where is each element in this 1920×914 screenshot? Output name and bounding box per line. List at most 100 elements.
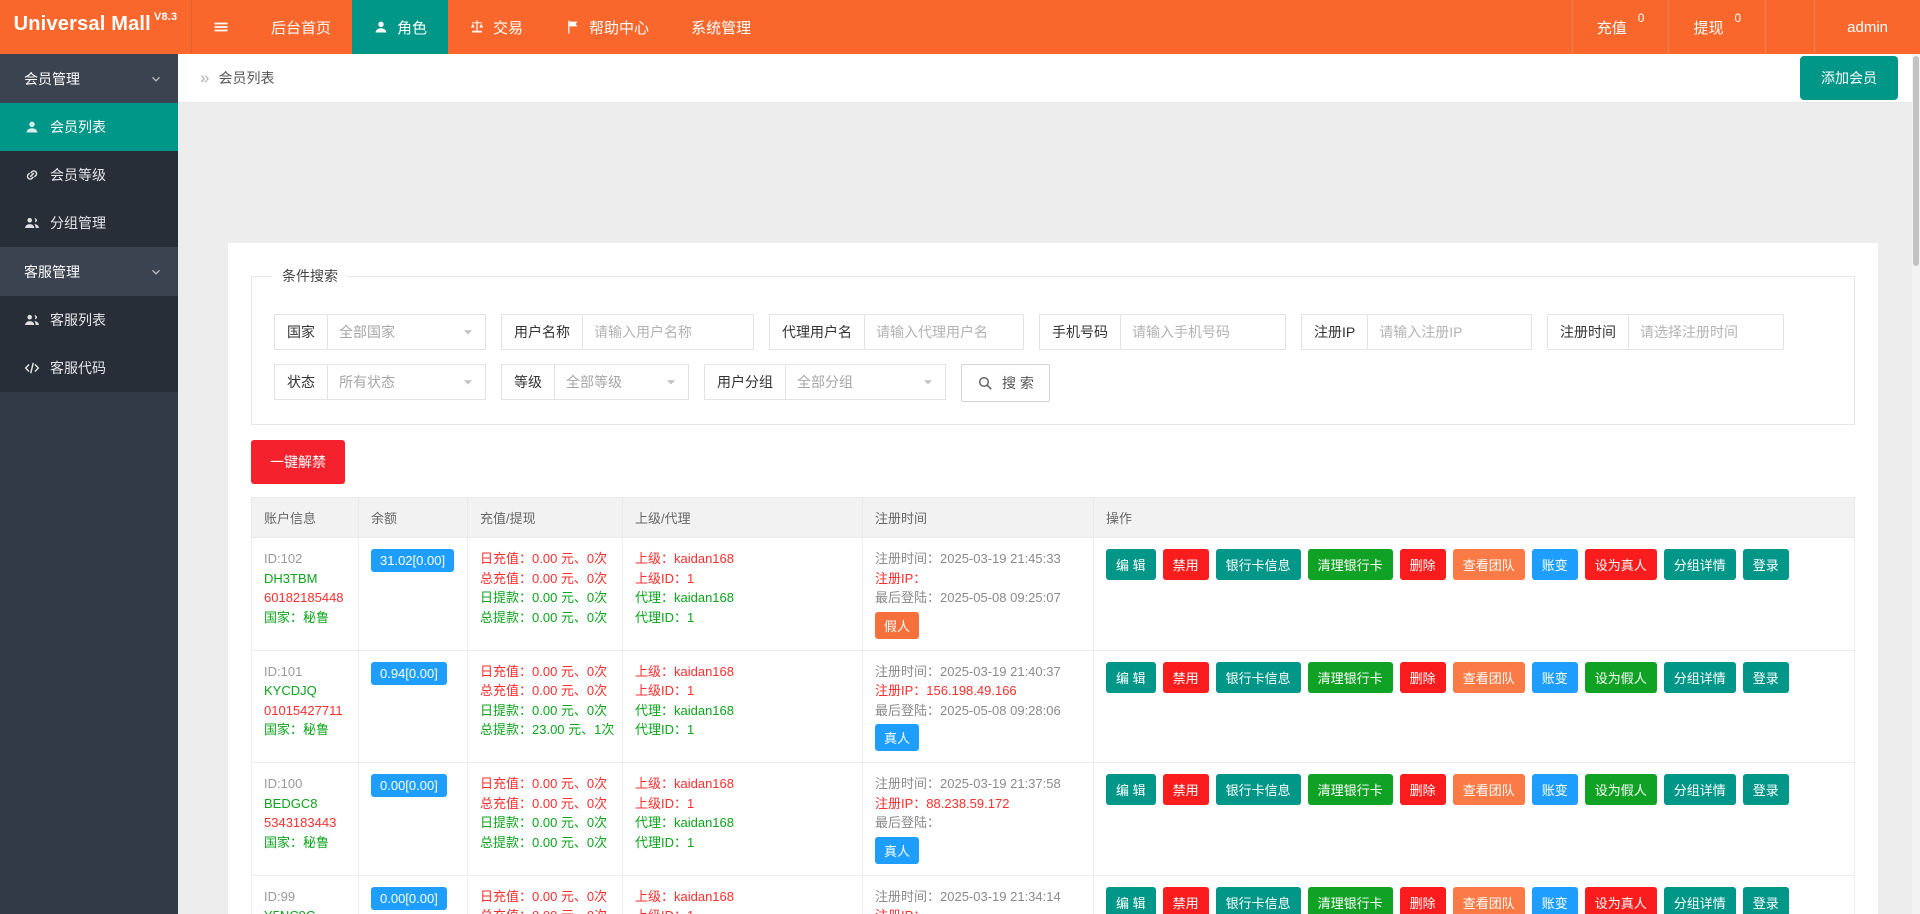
account-change-button[interactable]: 账变 — [1531, 886, 1578, 914]
clear-bank-card-button[interactable]: 清理银行卡 — [1307, 774, 1393, 805]
last-login: 最后登陆：2025-05-08 09:28:06 — [875, 702, 1061, 718]
group-detail-button[interactable]: 分组详情 — [1663, 886, 1736, 914]
register-cell: 注册时间：2025-03-19 21:37:58 注册IP：88.238.59.1… — [862, 762, 1094, 876]
refresh-button[interactable] — [1765, 0, 1814, 54]
status-badge: 真人 — [875, 724, 920, 751]
nav-item-dashboard[interactable]: 后台首页 — [250, 0, 352, 54]
sidebar-item-group-management[interactable]: 分组管理 — [0, 199, 178, 247]
disable-button[interactable]: 禁用 — [1162, 661, 1209, 693]
register-ip-input[interactable] — [1367, 315, 1531, 349]
login-button[interactable]: 登录 — [1742, 886, 1789, 914]
account-change-button[interactable]: 账变 — [1531, 774, 1578, 805]
search-row-1: 国家 全部国家 用户名称 代理用户名 手机号码 注册IP 注册时间 — [274, 314, 1854, 350]
view-team-button[interactable]: 查看团队 — [1452, 886, 1525, 914]
agent-line: 上级ID：1 — [635, 683, 695, 698]
account-info-cell: ID:101 KYCDJQ 01015427711 国家：秘鲁 — [251, 649, 359, 763]
search-row-2: 状态 所有状态 等级 全部等级 用户分组 全部分组 搜 索 — [274, 364, 1854, 402]
login-button[interactable]: 登录 — [1742, 661, 1789, 693]
status-select-field: 状态 所有状态 — [274, 364, 486, 400]
user-group-select-label: 用户分组 — [717, 374, 773, 390]
disable-button[interactable]: 禁用 — [1162, 549, 1209, 580]
bank-card-info-button[interactable]: 银行卡信息 — [1215, 774, 1301, 805]
caret-down-icon — [665, 376, 677, 388]
level-select[interactable]: 全部等级 — [554, 365, 688, 399]
level-select-field: 等级 全部等级 — [501, 364, 689, 400]
status-select-value: 所有状态 — [339, 374, 395, 390]
agent-username-input[interactable] — [864, 315, 1023, 349]
bank-card-info-button[interactable]: 银行卡信息 — [1215, 886, 1301, 914]
brand-text: Universal Mall — [13, 13, 151, 35]
balance-badge: 0.00[0.00] — [371, 886, 447, 910]
disable-button[interactable]: 禁用 — [1162, 886, 1209, 914]
sidebar-item-cs-list[interactable]: 客服列表 — [0, 296, 178, 344]
table-row: ID:100 BEDGC8 5343183443 国家：秘鲁 0.00[0.00] 日充值… — [251, 762, 1855, 876]
edit-button[interactable]: 编 辑 — [1106, 661, 1156, 693]
add-member-button[interactable]: 添加会员 — [1800, 56, 1898, 100]
set-real-button[interactable]: 设为真人 — [1584, 549, 1657, 580]
member-phone: 60182185448 — [264, 590, 344, 605]
group-detail-button[interactable]: 分组详情 — [1663, 661, 1736, 693]
login-button[interactable]: 登录 — [1742, 774, 1789, 805]
login-button[interactable]: 登录 — [1742, 549, 1789, 580]
search-button[interactable]: 搜 索 — [961, 364, 1050, 402]
table-body: ID:102 DH3TBM 60182185448 国家：秘鲁 31.02[0.00] 日… — [251, 537, 1855, 914]
disable-button[interactable]: 禁用 — [1162, 774, 1209, 805]
edit-button[interactable]: 编 辑 — [1106, 886, 1156, 914]
clear-bank-card-button[interactable]: 清理银行卡 — [1307, 886, 1393, 914]
phone-input-label: 手机号码 — [1052, 324, 1108, 340]
nav-tab-role[interactable]: 角色 — [352, 0, 449, 54]
agent-cell: 上级：kaidan168 上级ID：1 代理：kaidan168 代理ID：1 — [622, 649, 863, 763]
member-username: Y5NC9G — [264, 906, 346, 914]
agent-cell: 上级：kaidan168 上级ID：1 代理：kaidan168 代理ID：1 — [622, 537, 863, 651]
register-time: 注册时间：2025-03-19 21:34:14 — [875, 888, 1061, 904]
edit-button[interactable]: 编 辑 — [1106, 774, 1156, 805]
account-change-button[interactable]: 账变 — [1531, 549, 1578, 580]
bank-card-info-button[interactable]: 银行卡信息 — [1215, 661, 1301, 693]
nav-tab-system[interactable]: 系统管理 — [670, 0, 772, 54]
clear-bank-card-button[interactable]: 清理银行卡 — [1307, 661, 1393, 693]
delete-button[interactable]: 删除 — [1399, 661, 1446, 693]
agent-line: 代理：kaidan168 — [635, 590, 734, 605]
nav-tab-help-center[interactable]: 帮助中心 — [544, 0, 670, 54]
agent-cell: 上级：kaidan168 上级ID：1 代理：kaidan168 代理ID：1 — [622, 762, 863, 876]
member-username: BEDGC8 — [264, 795, 318, 811]
status-select[interactable]: 所有状态 — [327, 365, 485, 399]
delete-button[interactable]: 删除 — [1399, 886, 1446, 914]
recharge-button[interactable]: 充值 0 — [1571, 0, 1669, 54]
nav-hamburger[interactable] — [192, 0, 250, 54]
sidebar-item-member-level[interactable]: 会员等级 — [0, 151, 178, 199]
admin-menu[interactable]: admin — [1814, 0, 1920, 54]
edit-button[interactable]: 编 辑 — [1106, 549, 1156, 580]
breadcrumb: » 会员列表 添加会员 — [178, 54, 1920, 103]
bank-card-info-button[interactable]: 银行卡信息 — [1215, 549, 1301, 580]
set-fake-button[interactable]: 设为假人 — [1584, 774, 1657, 805]
column-header: 注册时间 — [862, 497, 1094, 538]
vertical-scrollbar[interactable] — [1912, 54, 1920, 914]
username-input[interactable] — [582, 315, 753, 349]
content: 条件搜索 国家 全部国家 用户名称 代理用户名 手机号码 注册IP 注册时间 状态 所有状态 等… — [178, 103, 1920, 914]
unban-button[interactable]: 一键解禁 — [251, 440, 345, 484]
sidebar-group-member-management[interactable]: 会员管理 — [0, 54, 178, 103]
register-time-input[interactable] — [1628, 315, 1783, 349]
balance-cell: 0.00[0.00] — [358, 762, 468, 876]
delete-button[interactable]: 删除 — [1399, 549, 1446, 580]
nav-tab-trade[interactable]: 交易 — [448, 0, 544, 54]
view-team-button[interactable]: 查看团队 — [1452, 549, 1525, 580]
set-real-button[interactable]: 设为真人 — [1584, 886, 1657, 914]
view-team-button[interactable]: 查看团队 — [1452, 661, 1525, 693]
group-detail-button[interactable]: 分组详情 — [1663, 549, 1736, 580]
sidebar-item-cs-code[interactable]: 客服代码 — [0, 344, 178, 392]
sidebar-item-member-list[interactable]: 会员列表 — [0, 103, 178, 151]
set-fake-button[interactable]: 设为假人 — [1584, 661, 1657, 693]
view-team-button[interactable]: 查看团队 — [1452, 774, 1525, 805]
delete-button[interactable]: 删除 — [1399, 774, 1446, 805]
account-change-button[interactable]: 账变 — [1531, 661, 1578, 693]
clear-bank-card-button[interactable]: 清理银行卡 — [1307, 549, 1393, 580]
scrollbar-thumb[interactable] — [1913, 56, 1919, 266]
sidebar-group-customer-service[interactable]: 客服管理 — [0, 247, 178, 296]
withdraw-button[interactable]: 提现 0 — [1668, 0, 1765, 54]
country-select[interactable]: 全部国家 — [327, 315, 485, 349]
group-detail-button[interactable]: 分组详情 — [1663, 774, 1736, 805]
user-group-select[interactable]: 全部分组 — [785, 365, 945, 399]
phone-input[interactable] — [1120, 315, 1285, 349]
